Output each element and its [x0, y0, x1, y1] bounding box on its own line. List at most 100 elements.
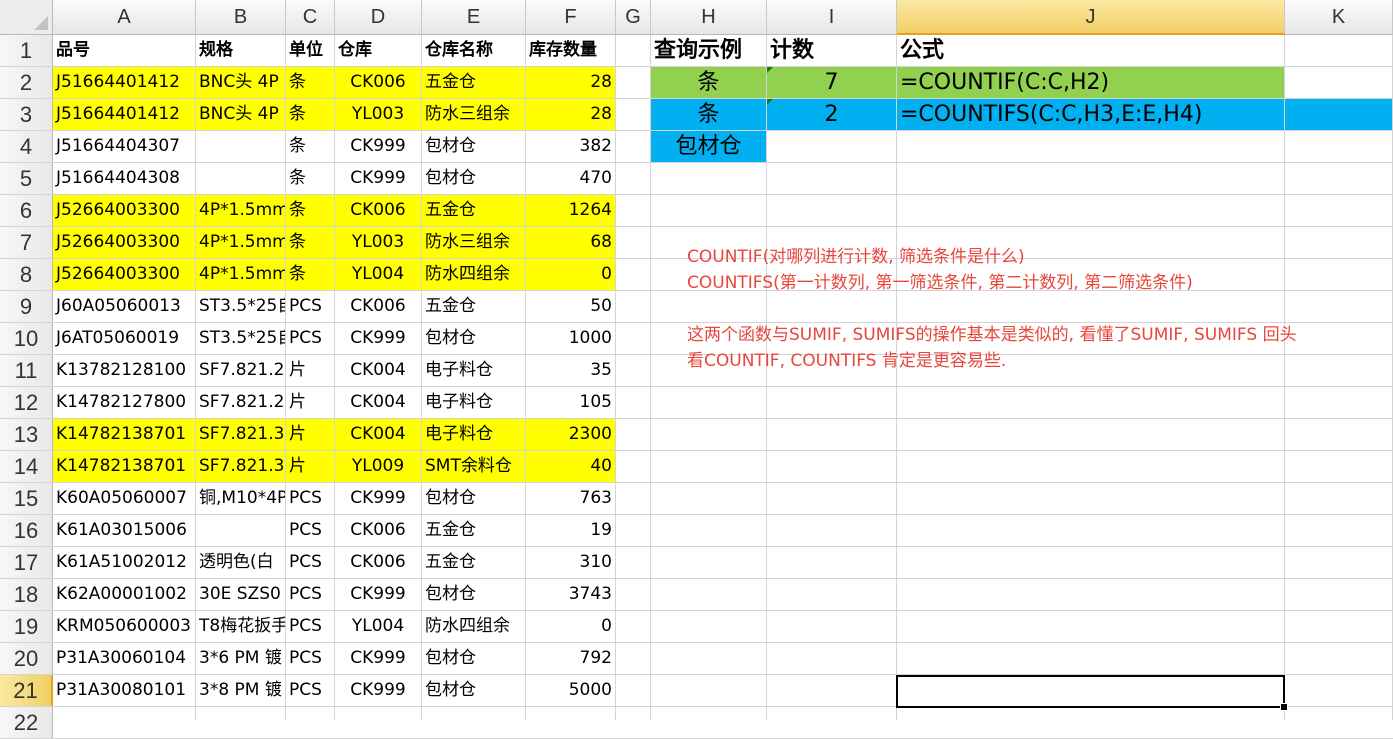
- data-cell[interactable]: 5000: [526, 675, 615, 706]
- data-cell[interactable]: J52664003300: [53, 227, 195, 258]
- data-cell[interactable]: 防水四组余: [422, 611, 525, 642]
- data-cell[interactable]: [196, 515, 285, 546]
- data-cell[interactable]: 包材仓: [422, 323, 525, 354]
- data-cell[interactable]: 包材仓: [422, 163, 525, 194]
- data-cell[interactable]: CK999: [335, 483, 421, 514]
- data-cell[interactable]: SF7.821.2: [196, 387, 285, 418]
- data-cell[interactable]: J51664404308: [53, 163, 195, 194]
- row-header-16[interactable]: 16: [0, 515, 53, 547]
- data-cell[interactable]: K13782128100: [53, 355, 195, 386]
- data-cell[interactable]: J52664003300: [53, 195, 195, 226]
- data-cell[interactable]: YL004: [335, 611, 421, 642]
- column-header-g[interactable]: G: [616, 0, 651, 35]
- data-cell[interactable]: 片: [286, 451, 334, 482]
- data-cell[interactable]: 包材仓: [422, 643, 525, 674]
- data-cell[interactable]: PCS: [286, 675, 334, 706]
- data-cell[interactable]: 防水四组余: [422, 259, 525, 290]
- data-cell[interactable]: ST3.5*25自: [196, 291, 285, 322]
- row-header-5[interactable]: 5: [0, 163, 53, 195]
- data-cell[interactable]: 4P*1.5mm: [196, 195, 285, 226]
- query-header-cell[interactable]: 计数: [767, 35, 896, 66]
- row-header-11[interactable]: 11: [0, 355, 53, 387]
- table-header-cell[interactable]: 仓库: [335, 35, 421, 66]
- data-cell[interactable]: CK006: [335, 291, 421, 322]
- data-cell[interactable]: 105: [526, 387, 615, 418]
- column-header-k[interactable]: K: [1285, 0, 1393, 35]
- data-cell[interactable]: P31A30080101: [53, 675, 195, 706]
- data-cell[interactable]: 30E SZS0: [196, 579, 285, 610]
- row-header-7[interactable]: 7: [0, 227, 53, 259]
- data-cell[interactable]: 包材仓: [422, 579, 525, 610]
- data-cell[interactable]: PCS: [286, 643, 334, 674]
- data-cell[interactable]: CK999: [335, 163, 421, 194]
- data-cell[interactable]: 透明色(白: [196, 547, 285, 578]
- data-cell[interactable]: SF7.821.3: [196, 419, 285, 450]
- data-cell[interactable]: 68: [526, 227, 615, 258]
- data-cell[interactable]: 1000: [526, 323, 615, 354]
- data-cell[interactable]: P31A30060104: [53, 643, 195, 674]
- data-cell[interactable]: 片: [286, 355, 334, 386]
- data-cell[interactable]: 条: [286, 195, 334, 226]
- data-cell[interactable]: SF7.821.3: [196, 451, 285, 482]
- data-cell[interactable]: 3*6 PM 镀: [196, 643, 285, 674]
- data-cell[interactable]: CK006: [335, 547, 421, 578]
- row-header-10[interactable]: 10: [0, 323, 53, 355]
- data-cell[interactable]: CK999: [335, 675, 421, 706]
- data-cell[interactable]: 包材仓: [422, 483, 525, 514]
- data-cell[interactable]: SMT余料仓: [422, 451, 525, 482]
- data-cell[interactable]: 五金仓: [422, 291, 525, 322]
- data-cell[interactable]: YL009: [335, 451, 421, 482]
- data-cell[interactable]: CK006: [335, 515, 421, 546]
- data-cell[interactable]: 五金仓: [422, 547, 525, 578]
- data-cell[interactable]: CK999: [335, 643, 421, 674]
- data-cell[interactable]: 35: [526, 355, 615, 386]
- active-cell-selection[interactable]: [896, 675, 1288, 711]
- data-cell[interactable]: 包材仓: [422, 131, 525, 162]
- table-header-cell[interactable]: 单位: [286, 35, 334, 66]
- data-cell[interactable]: 电子料仓: [422, 419, 525, 450]
- table-header-cell[interactable]: 品号: [53, 35, 195, 66]
- data-cell[interactable]: CK999: [335, 579, 421, 610]
- data-cell[interactable]: PCS: [286, 323, 334, 354]
- data-cell[interactable]: 1264: [526, 195, 615, 226]
- data-cell[interactable]: 条: [286, 67, 334, 98]
- data-cell[interactable]: K14782138701: [53, 419, 195, 450]
- row-header-9[interactable]: 9: [0, 291, 53, 323]
- formula-cell[interactable]: =COUNTIF(C:C,H2): [897, 67, 1284, 98]
- data-cell[interactable]: 条: [286, 227, 334, 258]
- data-cell[interactable]: K61A03015006: [53, 515, 195, 546]
- table-header-cell[interactable]: 库存数量: [526, 35, 615, 66]
- column-header-b[interactable]: B: [196, 0, 286, 35]
- column-header-a[interactable]: A: [53, 0, 196, 35]
- data-cell[interactable]: J51664404307: [53, 131, 195, 162]
- data-cell[interactable]: BNC头 4P: [196, 67, 285, 98]
- data-cell[interactable]: 763: [526, 483, 615, 514]
- criteria-cell[interactable]: 条: [651, 99, 766, 130]
- row-header-13[interactable]: 13: [0, 419, 53, 451]
- data-cell[interactable]: 4P*1.5mm: [196, 227, 285, 258]
- data-cell[interactable]: 电子料仓: [422, 387, 525, 418]
- data-cell[interactable]: CK004: [335, 387, 421, 418]
- row-header-20[interactable]: 20: [0, 643, 53, 675]
- table-header-cell[interactable]: 规格: [196, 35, 285, 66]
- data-cell[interactable]: J6AT05060019: [53, 323, 195, 354]
- data-cell[interactable]: 310: [526, 547, 615, 578]
- fill-cell[interactable]: [1285, 99, 1392, 130]
- data-cell[interactable]: 条: [286, 131, 334, 162]
- data-cell[interactable]: 28: [526, 99, 615, 130]
- data-cell[interactable]: [196, 131, 285, 162]
- data-cell[interactable]: 4P*1.5mm: [196, 259, 285, 290]
- data-cell[interactable]: 五金仓: [422, 515, 525, 546]
- row-header-1[interactable]: 1: [0, 35, 53, 67]
- data-cell[interactable]: CK999: [335, 131, 421, 162]
- data-cell[interactable]: PCS: [286, 579, 334, 610]
- data-cell[interactable]: K14782138701: [53, 451, 195, 482]
- row-header-2[interactable]: 2: [0, 67, 53, 99]
- formula-cell[interactable]: =COUNTIFS(C:C,H3,E:E,H4): [897, 99, 1284, 130]
- data-cell[interactable]: 382: [526, 131, 615, 162]
- data-cell[interactable]: YL004: [335, 259, 421, 290]
- column-header-e[interactable]: E: [422, 0, 526, 35]
- data-cell[interactable]: J52664003300: [53, 259, 195, 290]
- data-cell[interactable]: 防水三组余: [422, 99, 525, 130]
- data-cell[interactable]: K14782127800: [53, 387, 195, 418]
